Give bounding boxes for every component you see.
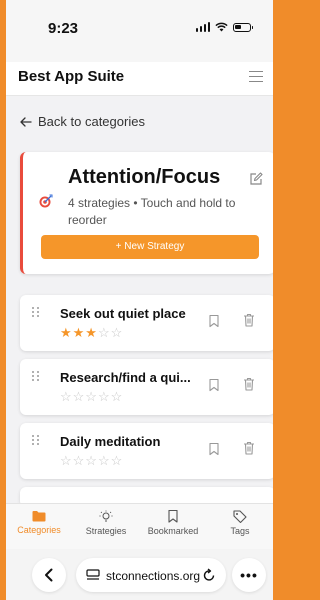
back-label: Back to categories	[38, 114, 145, 129]
cellular-signal-icon	[195, 22, 210, 32]
category-card: Attention/Focus 4 strategies • Touch and…	[20, 152, 273, 274]
strategy-card[interactable]: Research/find a qui... ☆☆☆☆☆	[20, 359, 273, 415]
bottom-tab-bar: Categories Strategies Bookmarked Tags	[6, 503, 273, 549]
address-bar[interactable]: stconnections.org	[76, 558, 226, 592]
category-title: Attention/Focus	[68, 166, 221, 188]
battery-icon	[233, 22, 253, 32]
tab-label: Bookmarked	[147, 526, 199, 536]
url-text: stconnections.org	[106, 569, 201, 583]
trash-icon[interactable]	[243, 313, 255, 327]
target-icon	[39, 194, 53, 208]
tag-icon	[233, 510, 247, 523]
trash-icon[interactable]	[243, 441, 255, 455]
drag-handle-icon[interactable]	[32, 371, 40, 381]
chevron-left-icon	[45, 568, 53, 582]
strategy-name: Seek out quiet place	[60, 306, 186, 321]
bookmark-icon	[168, 510, 178, 523]
tab-categories[interactable]: Categories	[6, 510, 72, 535]
star-rating[interactable]: ★★★☆☆	[60, 325, 123, 341]
drag-handle-icon[interactable]	[32, 435, 40, 445]
browser-back-button[interactable]	[32, 558, 66, 592]
app-title: Best App Suite	[18, 68, 125, 85]
reload-icon[interactable]	[203, 568, 216, 582]
browser-toolbar: stconnections.org •••	[6, 549, 273, 600]
status-time: 9:23	[48, 20, 79, 37]
edit-icon[interactable]	[249, 172, 263, 186]
tab-label: Categories	[17, 525, 61, 535]
status-bar: 9:23	[6, 0, 273, 62]
strategy-card[interactable]: Seek out quiet place ★★★☆☆	[20, 295, 273, 351]
bookmark-icon[interactable]	[208, 442, 220, 456]
tab-tags[interactable]: Tags	[207, 510, 273, 536]
app-header: Best App Suite	[6, 62, 273, 96]
hamburger-menu-icon[interactable]	[249, 71, 263, 86]
tab-strategies[interactable]: Strategies	[73, 510, 139, 536]
new-strategy-button[interactable]: + New Strategy	[41, 235, 259, 259]
star-rating[interactable]: ☆☆☆☆☆	[60, 453, 123, 469]
bookmark-icon[interactable]	[208, 378, 220, 392]
status-icons	[195, 22, 253, 32]
tab-label: Strategies	[85, 526, 127, 536]
arrow-left-icon	[20, 116, 32, 127]
strategy-name: Daily meditation	[60, 434, 161, 449]
tab-bookmarked[interactable]: Bookmarked	[140, 510, 206, 536]
drag-handle-icon[interactable]	[32, 307, 40, 317]
lightbulb-icon	[99, 510, 113, 522]
trash-icon[interactable]	[243, 377, 255, 391]
ellipsis-icon: •••	[240, 567, 258, 583]
category-subtitle: 4 strategies • Touch and hold to reorder	[68, 196, 236, 227]
bookmark-icon[interactable]	[208, 314, 220, 328]
strategy-card[interactable]: Daily meditation ☆☆☆☆☆	[20, 423, 273, 479]
wifi-icon	[215, 22, 228, 32]
tab-label: Tags	[230, 526, 250, 536]
strategy-name: Research/find a qui...	[60, 370, 191, 385]
page-tabs-icon	[86, 569, 100, 580]
star-rating[interactable]: ☆☆☆☆☆	[60, 389, 123, 405]
folder-icon	[32, 511, 46, 522]
app-screen: 9:23 Best App Suite Back to categories A…	[6, 0, 273, 600]
back-to-categories-link[interactable]: Back to categories	[20, 114, 145, 129]
more-options-button[interactable]: •••	[232, 558, 266, 592]
